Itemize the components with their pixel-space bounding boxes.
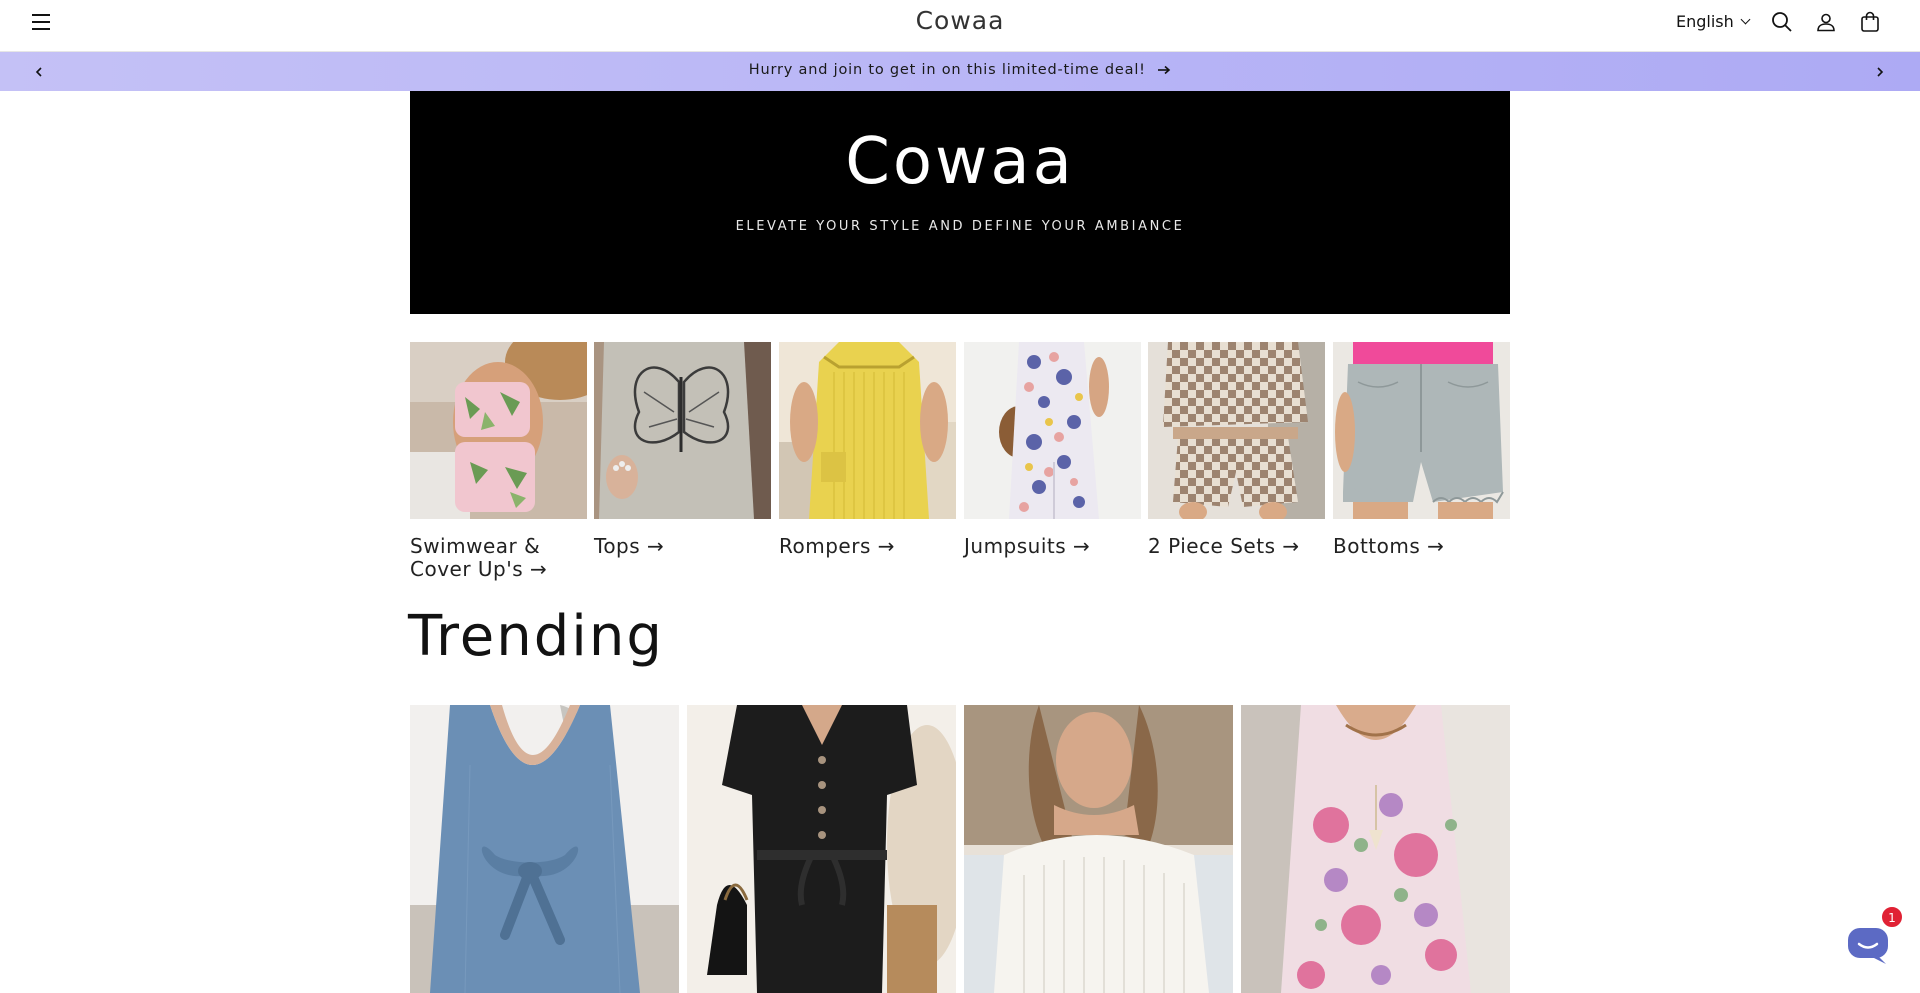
cart-icon[interactable]: [1858, 10, 1882, 34]
chevron-down-icon: [1740, 14, 1751, 25]
collection-label: 2 Piece Sets →: [1148, 534, 1300, 558]
collection-card-swimwear[interactable]: Swimwear & Cover Up's →: [410, 342, 587, 581]
site-logo[interactable]: Cowaa: [916, 6, 1005, 35]
collection-image-swimwear: [410, 342, 587, 519]
product-image-denim-romper: [410, 705, 679, 993]
site-header: Cowaa English: [0, 0, 1920, 52]
trending-product-card[interactable]: [687, 705, 956, 993]
next-announcement-icon[interactable]: [1872, 64, 1888, 80]
site-logo-wrap: Cowaa: [0, 6, 1920, 35]
collection-card-bottoms[interactable]: Bottoms →: [1333, 342, 1510, 558]
account-icon[interactable]: [1814, 10, 1838, 34]
trending-product-card[interactable]: [1241, 705, 1510, 993]
collection-image-tops: [594, 342, 771, 519]
collection-list: Swimwear & Cover Up's → Tops → Rompers →…: [410, 342, 1510, 582]
announcement-message-wrap: Hurry and join to get in on this limited…: [0, 62, 1920, 78]
hero-banner: Cowaa ELEVATE YOUR STYLE AND DEFINE YOUR…: [410, 91, 1510, 314]
hero-title: Cowaa: [845, 125, 1075, 199]
announcement-bar: Hurry and join to get in on this limited…: [0, 52, 1920, 91]
announcement-link[interactable]: Hurry and join to get in on this limited…: [749, 62, 1171, 78]
product-image-black-jumpsuit: [687, 705, 956, 993]
trending-product-card[interactable]: [410, 705, 679, 993]
chat-button[interactable]: [1844, 922, 1892, 970]
collection-label: Tops →: [594, 534, 665, 558]
trending-product-card[interactable]: [964, 705, 1233, 993]
collection-card-tops[interactable]: Tops →: [594, 342, 771, 558]
announcement-text: Hurry and join to get in on this limited…: [748, 62, 1146, 78]
collection-image-jumpsuits: [964, 342, 1141, 519]
search-icon[interactable]: [1770, 10, 1794, 34]
collection-card-rompers[interactable]: Rompers →: [779, 342, 956, 558]
chat-notification-badge: 1: [1881, 906, 1903, 928]
collection-card-jumpsuits[interactable]: Jumpsuits →: [964, 342, 1141, 558]
arrow-right-icon: [1158, 65, 1171, 75]
product-image-white-sweater: [964, 705, 1233, 993]
trending-heading: Trending: [408, 604, 664, 669]
product-image-floral-romper: [1241, 705, 1510, 993]
language-label: English: [1676, 12, 1734, 31]
hero-subtitle: ELEVATE YOUR STYLE AND DEFINE YOUR AMBIA…: [735, 219, 1185, 234]
collection-label: Rompers →: [779, 534, 895, 558]
collection-label: Jumpsuits →: [964, 534, 1091, 558]
trending-product-grid: [410, 705, 1510, 993]
chat-icon: [1848, 928, 1888, 964]
language-selector[interactable]: English: [1676, 12, 1751, 31]
menu-icon[interactable]: [30, 12, 54, 32]
collection-image-2-piece-sets: [1148, 342, 1325, 519]
collection-label: Bottoms →: [1333, 534, 1445, 558]
collection-label: Swimwear & Cover Up's →: [410, 534, 548, 581]
collection-image-rompers: [779, 342, 956, 519]
collection-image-bottoms: [1333, 342, 1510, 519]
collection-card-2-piece-sets[interactable]: 2 Piece Sets →: [1148, 342, 1325, 558]
